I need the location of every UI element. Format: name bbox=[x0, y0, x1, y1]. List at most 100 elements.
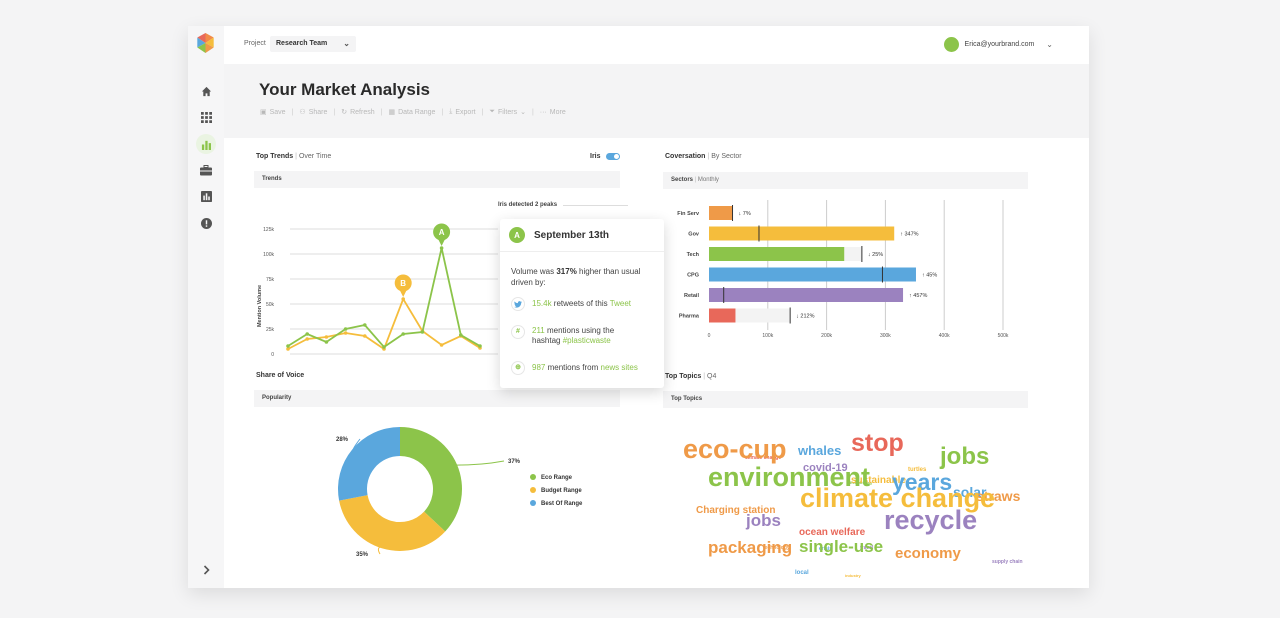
legend-label: Best Of Range bbox=[541, 501, 583, 507]
x-tick-label: 100k bbox=[762, 333, 773, 339]
word-cloud-word[interactable]: industry bbox=[845, 574, 861, 578]
refresh-button[interactable]: ↻ Refresh bbox=[341, 108, 374, 117]
expand-sidebar-button[interactable] bbox=[196, 560, 216, 580]
peak-marker-label: A bbox=[439, 228, 445, 237]
chevron-right-icon bbox=[203, 565, 210, 575]
sidebar-item-alerts[interactable] bbox=[196, 213, 216, 233]
export-button[interactable]: ⤓ Export bbox=[449, 108, 475, 116]
word-cloud-word[interactable]: supply chain bbox=[992, 560, 1023, 565]
word-cloud-word[interactable]: economy bbox=[895, 546, 961, 561]
app-window: Project Research Team ⌄ Erica@yourbrand.… bbox=[188, 26, 1089, 588]
sectors-panel-header: Sectors | Monthly bbox=[663, 172, 1028, 189]
user-menu[interactable]: Erica@yourbrand.com ⌄ bbox=[943, 37, 1053, 52]
data-point bbox=[286, 344, 290, 348]
popover-item-hashtag: # 211 mentions using the hashtag #plasti… bbox=[511, 325, 651, 346]
toggle-switch[interactable] bbox=[605, 153, 620, 160]
alert-icon bbox=[200, 217, 212, 229]
tweet-link[interactable]: Tweet bbox=[610, 299, 631, 308]
slice-label: 28% bbox=[336, 437, 349, 443]
refresh-icon: ↻ bbox=[341, 109, 348, 116]
save-button[interactable]: ▣ Save bbox=[260, 108, 286, 117]
series-line-recyclables bbox=[287, 247, 481, 349]
legend-swatch bbox=[530, 487, 536, 493]
change-label: ↑ 457% bbox=[909, 293, 927, 299]
hashtag-link[interactable]: #plasticwaste bbox=[563, 336, 611, 345]
data-point bbox=[459, 333, 463, 337]
peak-detail-popover: A September 13th Volume was 317% higher … bbox=[500, 219, 664, 388]
divider: | bbox=[291, 108, 294, 116]
iris-toggle[interactable]: Iris bbox=[590, 153, 620, 160]
popover-description: Volume was 317% higher than usual driven… bbox=[511, 267, 641, 287]
top-topics-panel-header: Top Topics bbox=[663, 391, 1028, 408]
briefcase-icon bbox=[200, 164, 212, 175]
y-tick-label: 0 bbox=[271, 352, 274, 358]
word-cloud-word[interactable]: packaging bbox=[708, 539, 792, 556]
word-cloud-word[interactable]: recycle bbox=[884, 507, 977, 534]
bar-retail bbox=[709, 288, 904, 302]
sidebar bbox=[188, 26, 224, 588]
word-cloud-word[interactable]: local bbox=[795, 570, 809, 576]
word-cloud-word[interactable]: jobs bbox=[746, 512, 781, 529]
conversation-title: Coversation | By Sector bbox=[665, 153, 742, 160]
data-point bbox=[324, 335, 329, 339]
data-point bbox=[401, 297, 405, 301]
data-point bbox=[343, 327, 348, 331]
twitter-icon bbox=[511, 297, 525, 311]
y-tick-label: 50k bbox=[266, 302, 275, 308]
sidebar-item-briefcase[interactable] bbox=[196, 160, 216, 180]
sidebar-item-home[interactable] bbox=[196, 81, 216, 101]
category-label: Fin Serv bbox=[677, 211, 700, 217]
word-cloud-word[interactable]: whales bbox=[798, 444, 841, 457]
data-point bbox=[439, 343, 444, 347]
change-label: ↓ 25% bbox=[868, 252, 883, 258]
sidebar-item-analytics[interactable] bbox=[196, 134, 216, 154]
filters-button[interactable]: ⏷ Filters ⌄ bbox=[489, 108, 526, 116]
avatar bbox=[943, 37, 959, 52]
legend-swatch bbox=[530, 500, 536, 506]
page-title: Your Market Analysis bbox=[259, 80, 431, 99]
top-topics-title: Top Topics | Q4 bbox=[665, 373, 717, 380]
sidebar-item-apps[interactable] bbox=[196, 107, 216, 127]
peak-badge: A bbox=[509, 227, 525, 243]
bar-fin-serv bbox=[709, 206, 733, 220]
toolbar: ▣ Save | ⚇ Share | ↻ Refresh | ▦ Data Range … bbox=[260, 108, 566, 116]
data-point bbox=[343, 331, 348, 335]
share-button[interactable]: ⚇ Share bbox=[299, 108, 327, 117]
popover-item-news: ⊕ 987 mentions from news sites bbox=[511, 361, 638, 375]
more-button[interactable]: ··· More bbox=[540, 109, 566, 116]
trends-line-chart: 025k50k75k100k125kMention VolumeSep 2017… bbox=[257, 223, 498, 358]
data-range-button[interactable]: ▦ Data Range bbox=[388, 108, 435, 117]
popularity-panel-header: Popularity bbox=[254, 390, 620, 407]
chevron-down-icon: ⌄ bbox=[343, 39, 350, 48]
share-of-voice-title: Share of Voice bbox=[256, 372, 305, 379]
change-label: ↑ 347% bbox=[900, 232, 918, 238]
peaks-label: Iris detected 2 peaks bbox=[498, 202, 628, 208]
popover-item-retweets: 15.4k retweets of this Tweet bbox=[511, 297, 631, 311]
word-cloud-word[interactable]: eco-cup bbox=[683, 436, 787, 463]
x-tick-label: 200k bbox=[821, 333, 832, 339]
previous-bar bbox=[844, 247, 862, 261]
slice-eco-range bbox=[400, 427, 462, 532]
data-point bbox=[305, 337, 309, 341]
save-icon: ▣ bbox=[260, 109, 267, 116]
slice-label: 35% bbox=[356, 552, 369, 558]
chevron-down-icon: ⌄ bbox=[520, 109, 526, 116]
sidebar-item-reports[interactable] bbox=[196, 186, 216, 206]
popover-header: A September 13th bbox=[500, 219, 664, 252]
category-label: CPG bbox=[687, 273, 699, 279]
legend-swatch bbox=[530, 474, 536, 480]
word-cloud-word[interactable]: stop bbox=[851, 431, 904, 456]
word-cloud-word[interactable]: jobs bbox=[940, 445, 989, 469]
y-tick-label: 125k bbox=[263, 227, 274, 233]
x-tick-label: 500k bbox=[998, 333, 1009, 339]
project-select[interactable]: Research Team ⌄ bbox=[270, 36, 356, 52]
x-tick-label: 400k bbox=[939, 333, 950, 339]
category-label: Gov bbox=[688, 232, 700, 238]
project-select-value: Research Team bbox=[276, 40, 328, 47]
word-cloud-word[interactable]: single-use bbox=[799, 538, 883, 555]
project-label: Project bbox=[244, 40, 266, 47]
bar-gov bbox=[709, 226, 895, 241]
category-label: Tech bbox=[687, 252, 700, 258]
divider: | bbox=[380, 108, 383, 116]
news-sites-link[interactable]: news sites bbox=[601, 363, 638, 372]
